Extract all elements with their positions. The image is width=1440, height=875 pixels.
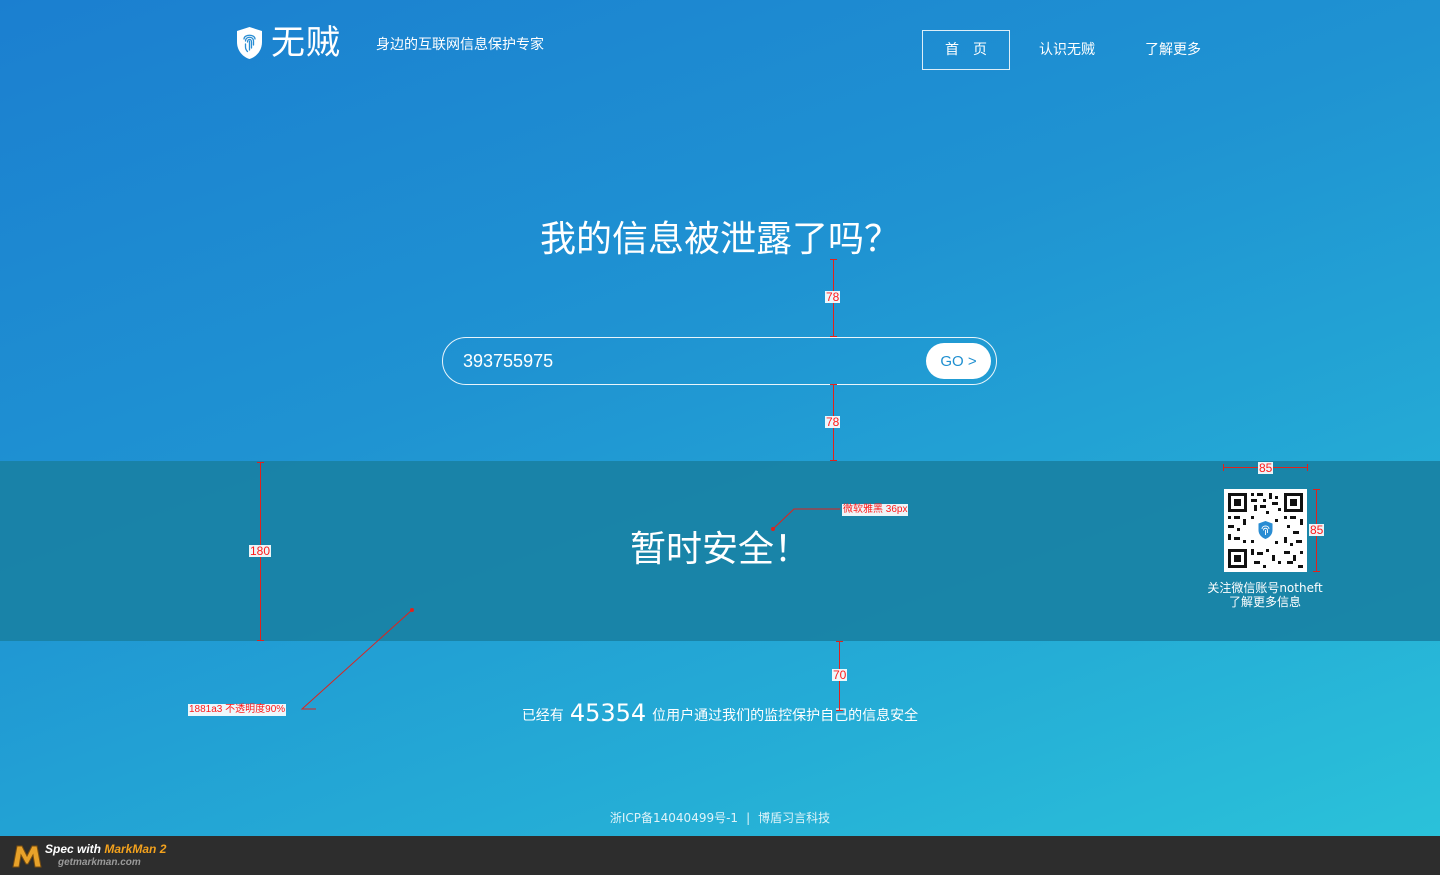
- qr-caption-line2: 了解更多信息: [1228, 595, 1301, 609]
- page-title: 我的信息被泄露了吗？: [539, 219, 900, 260]
- stats-prefix: 已经有: [521, 708, 564, 724]
- nav-item-about[interactable]: 认识无贼: [1039, 41, 1095, 59]
- markman-bar: Spec with MarkMan 2 getmarkman.com: [0, 836, 1440, 875]
- measure-line-search-band: [833, 384, 834, 461]
- markman-brand: MarkMan 2: [104, 842, 167, 856]
- icp-number[interactable]: 浙ICP备14040499号-1: [610, 811, 738, 825]
- company-name: 博盾习言科技: [758, 811, 831, 825]
- qr-caption-line1: 关注微信账号notheft: [1207, 581, 1323, 595]
- markman-url[interactable]: getmarkman.com: [58, 857, 141, 868]
- nav-item-learn-more[interactable]: 了解更多: [1145, 41, 1201, 59]
- footer: 浙ICP备14040499号-1 | 博盾习言科技: [0, 810, 1440, 826]
- wechat-qr-code: [1224, 489, 1307, 572]
- measure-line-title-search: [833, 259, 834, 337]
- measure-label-title-search: 78: [825, 290, 841, 304]
- go-button[interactable]: GO >: [926, 343, 991, 379]
- tagline: 身边的互联网信息保护专家: [376, 37, 544, 53]
- stats-count: 45354: [569, 699, 647, 727]
- measure-label-band-stats: 70: [832, 668, 848, 682]
- nav-item-home[interactable]: 首页: [922, 30, 1010, 70]
- header: 无贼 身边的互联网信息保护专家 首页 认识无贼 了解更多: [0, 0, 1440, 100]
- search-box: GO >: [442, 337, 997, 385]
- markman-title: Spec with MarkMan 2: [45, 842, 166, 856]
- measure-label-search-band: 78: [825, 415, 841, 429]
- markman-logo-icon: [12, 845, 42, 868]
- measure-tick: [836, 641, 843, 642]
- main-nav: 首页 认识无贼 了解更多: [922, 30, 1201, 70]
- qr-caption: 关注微信账号notheft 了解更多信息: [1186, 581, 1344, 609]
- stats-suffix: 位用户通过我们的监控保护自己的信息安全: [652, 708, 919, 724]
- shield-fingerprint-icon: [237, 27, 262, 59]
- search-input[interactable]: [463, 338, 923, 384]
- user-stats: 已经有 45354 位用户通过我们的监控保护自己的信息安全: [0, 698, 1440, 731]
- markman-prefix: Spec with: [45, 842, 105, 856]
- qr-code-icon: [1224, 489, 1307, 572]
- logo[interactable]: 无贼: [236, 24, 341, 62]
- logo-text: 无贼: [271, 23, 341, 63]
- footer-separator: |: [746, 811, 751, 825]
